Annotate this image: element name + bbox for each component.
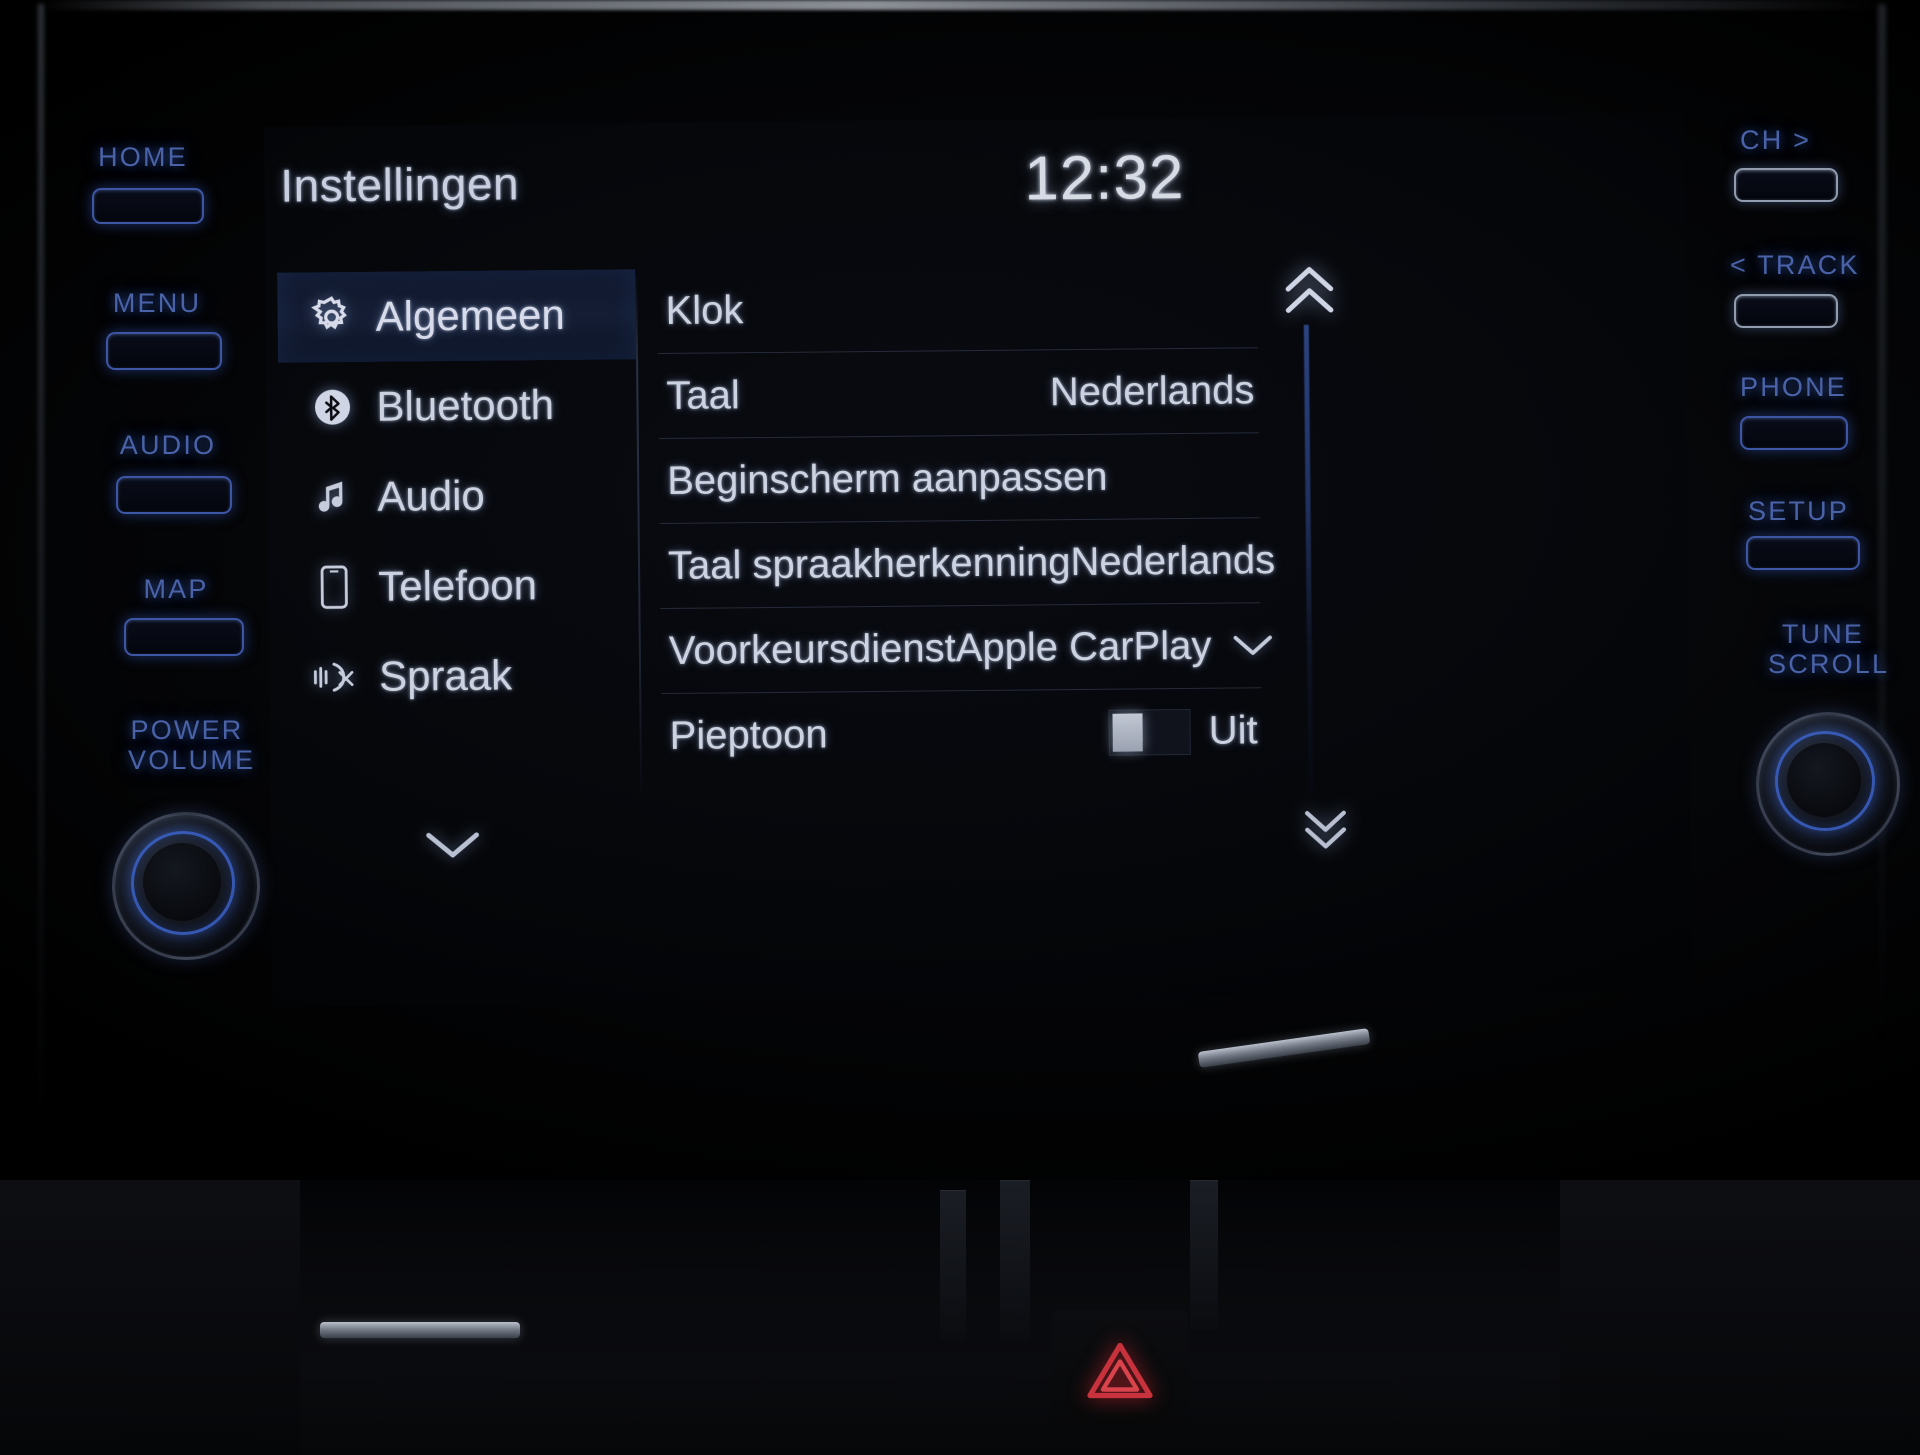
map-button-label: MAP: [143, 574, 209, 604]
settings-category-list: Algemeen Bluetooth Audio Telefoon Spraak: [277, 269, 640, 812]
tune-scroll-label-line1: TUNE: [1781, 619, 1865, 649]
console-right-panel: [1560, 1180, 1920, 1455]
bezel-right-edge: [1878, 4, 1886, 1054]
menu-button-label: MENU: [112, 288, 202, 318]
double-chevron-down-icon[interactable]: [1300, 806, 1350, 857]
vent-slat: [940, 1190, 966, 1340]
audio-button[interactable]: [116, 476, 232, 514]
track-button-label: < TRACK: [1730, 250, 1860, 280]
menu-button[interactable]: [106, 332, 222, 370]
audio-button-label: AUDIO: [119, 430, 217, 460]
row-value: Uit: [1208, 708, 1258, 753]
chevron-down-icon[interactable]: [1229, 631, 1275, 659]
infotainment-screen: Instellingen 12:32 Algemeen Bluetooth Au…: [263, 113, 1693, 1007]
double-chevron-up-icon[interactable]: [1280, 265, 1339, 323]
row-label: Klok: [665, 287, 744, 333]
sidebar-item-label: Audio: [377, 471, 486, 520]
sidebar-item-algemeen[interactable]: Algemeen: [277, 269, 637, 363]
row-value: Nederlands: [1049, 367, 1255, 414]
setting-row-voorkeursdienst[interactable]: Voorkeursdienst Apple CarPlay: [660, 603, 1272, 695]
hazard-triangle-icon: [1086, 1340, 1154, 1407]
map-button[interactable]: [124, 618, 244, 656]
setup-button-label: SETUP: [1748, 496, 1850, 526]
track-button[interactable]: [1734, 294, 1838, 328]
page-title: Instellingen: [280, 157, 520, 212]
setting-row-taal-spraakherkenning[interactable]: Taal spraakherkenning Nederlands: [659, 518, 1275, 610]
home-button[interactable]: [92, 188, 204, 224]
pieptoon-toggle[interactable]: [1108, 708, 1191, 756]
vent-slat: [1000, 1180, 1030, 1340]
gear-icon: [305, 294, 357, 340]
tune-scroll-knob-inner: [1787, 743, 1861, 817]
phone-button-label: PHONE: [1740, 372, 1848, 402]
clock-display: 12:32: [1023, 143, 1185, 214]
power-volume-label-line1: POWER: [130, 715, 244, 745]
sidebar-item-label: Bluetooth: [376, 381, 555, 430]
sidebar-item-label: Spraak: [378, 651, 513, 700]
setting-row-pieptoon[interactable]: Pieptoon Uit: [661, 688, 1262, 779]
home-button-label: HOME: [98, 142, 188, 172]
bezel-left-edge: [38, 4, 44, 1124]
power-volume-knob[interactable]: [112, 812, 260, 960]
console-trim-right: [1197, 1028, 1371, 1068]
row-label: Taal spraakherkenning: [667, 539, 1071, 588]
music-note-icon: [307, 475, 359, 519]
setting-row-taal[interactable]: Taal Nederlands: [658, 348, 1259, 440]
ch-button[interactable]: [1734, 168, 1838, 202]
setting-row-beginscherm-aanpassen[interactable]: Beginscherm aanpassen: [658, 433, 1260, 525]
row-value-group: Apple CarPlay: [955, 623, 1275, 671]
tune-scroll-label-line2: SCROLL: [1768, 649, 1890, 679]
chevron-down-icon[interactable]: [421, 825, 485, 871]
row-value-group: Uit: [1108, 708, 1258, 756]
sidebar-item-spraak[interactable]: Spraak: [281, 629, 640, 722]
tune-scroll-knob[interactable]: [1756, 712, 1900, 856]
scrollbar-track[interactable]: [1303, 324, 1314, 795]
row-label: Pieptoon: [669, 712, 828, 758]
vent-slat: [1190, 1180, 1218, 1330]
power-volume-label-line2: VOLUME: [128, 745, 256, 775]
row-label: Voorkeursdienst: [668, 625, 956, 673]
voice-icon: [309, 657, 361, 697]
toggle-knob: [1112, 712, 1143, 752]
sidebar-item-label: Algemeen: [375, 290, 565, 340]
sidebar-item-telefoon[interactable]: Telefoon: [280, 539, 639, 632]
bluetooth-icon: [306, 387, 358, 427]
row-value: Nederlands: [1070, 537, 1276, 584]
center-console: [0, 1028, 1920, 1455]
phone-button[interactable]: [1740, 416, 1848, 450]
power-volume-knob-inner: [143, 843, 221, 921]
settings-rows: Klok Taal Nederlands Beginscherm aanpass…: [657, 263, 1275, 779]
console-trim-left: [320, 1322, 520, 1338]
row-value: Apple CarPlay: [955, 623, 1212, 670]
phone-icon: [308, 564, 360, 610]
dashboard-unit: Instellingen 12:32 Algemeen Bluetooth Au…: [0, 0, 1920, 1455]
ch-button-label: CH >: [1740, 125, 1812, 155]
hazard-button[interactable]: [1052, 1310, 1188, 1432]
sidebar-item-label: Telefoon: [377, 561, 538, 610]
row-label: Taal: [666, 372, 741, 418]
row-label: Beginscherm aanpassen: [667, 454, 1108, 503]
sidebar-item-bluetooth[interactable]: Bluetooth: [278, 359, 637, 452]
sidebar-item-audio[interactable]: Audio: [279, 449, 638, 542]
setting-row-klok[interactable]: Klok: [657, 263, 1258, 355]
setup-button[interactable]: [1746, 536, 1860, 570]
bezel-top-highlight: [40, 0, 1880, 10]
console-left-panel: [0, 1180, 300, 1455]
